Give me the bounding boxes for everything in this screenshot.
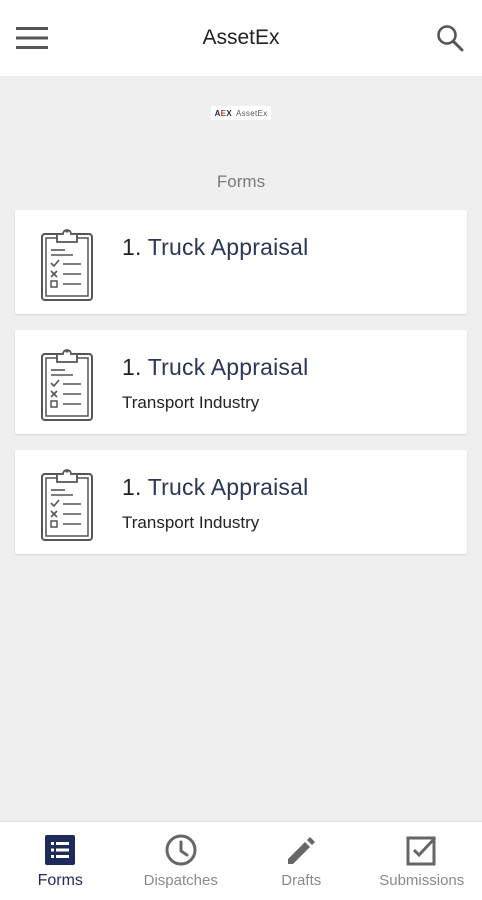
form-title: 1. Truck Appraisal bbox=[122, 354, 309, 380]
clipboard-checklist-icon bbox=[39, 342, 95, 422]
app-bar: AssetEx bbox=[0, 0, 482, 76]
pencil-icon bbox=[283, 832, 319, 868]
logo-wordmark: AssetEx bbox=[235, 108, 268, 118]
assetex-logo: AEX AssetEx bbox=[210, 106, 272, 120]
nav-item-submissions[interactable]: Submissions bbox=[362, 822, 482, 900]
form-card[interactable]: 1. Truck Appraisal bbox=[15, 210, 467, 314]
form-subtitle: Transport Industry bbox=[122, 513, 260, 532]
nav-item-dispatches[interactable]: Dispatches bbox=[121, 822, 242, 900]
search-icon[interactable] bbox=[432, 20, 468, 56]
nav-label: Drafts bbox=[281, 872, 322, 889]
clipboard-checklist-icon bbox=[39, 462, 95, 542]
form-subtitle: Transport Industry bbox=[122, 393, 260, 412]
clock-icon bbox=[163, 832, 199, 868]
section-title: Forms bbox=[216, 172, 266, 191]
logo-container: AEX AssetEx bbox=[0, 106, 482, 120]
form-card[interactable]: 1. Truck Appraisal Transport Industry bbox=[15, 450, 467, 554]
clipboard-checklist-icon bbox=[39, 222, 95, 302]
form-card[interactable]: 1. Truck Appraisal Transport Industry bbox=[15, 330, 467, 434]
form-title: 1. Truck Appraisal bbox=[122, 474, 309, 500]
app-title: AssetEx bbox=[202, 26, 280, 49]
logo-mark: AEX bbox=[214, 108, 232, 118]
nav-label: Dispatches bbox=[143, 872, 218, 889]
nav-item-drafts[interactable]: Drafts bbox=[241, 822, 362, 900]
list-icon bbox=[42, 832, 78, 868]
bottom-navigation: Forms Dispatches Drafts Submissions bbox=[0, 821, 482, 900]
form-title: 1. Truck Appraisal bbox=[122, 234, 309, 260]
nav-label: Forms bbox=[37, 872, 83, 889]
hamburger-menu-icon[interactable] bbox=[14, 20, 50, 56]
nav-item-forms[interactable]: Forms bbox=[0, 822, 121, 900]
checkbox-icon bbox=[404, 832, 440, 868]
nav-label: Submissions bbox=[379, 872, 465, 889]
